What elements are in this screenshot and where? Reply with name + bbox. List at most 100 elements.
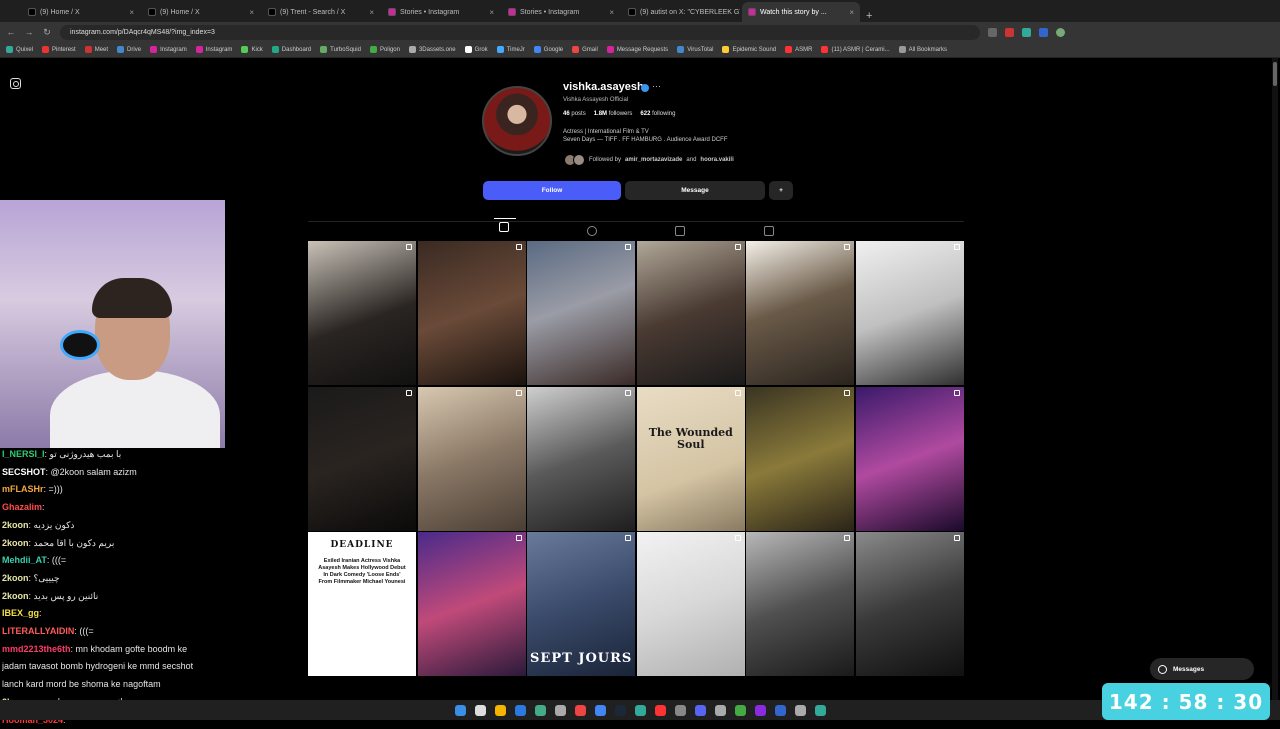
profile-avatar[interactable] <box>482 86 552 156</box>
followed-by-user[interactable]: amir_mortazavizade <box>625 157 682 163</box>
taskbar-app-icon[interactable] <box>794 704 806 716</box>
post-thumbnail[interactable] <box>746 532 855 677</box>
bookmark-item[interactable]: Quixel <box>6 46 33 53</box>
bookmark-item[interactable]: ASMR <box>785 46 812 53</box>
followers-count[interactable]: 1.8M followers <box>594 111 633 117</box>
post-thumbnail[interactable] <box>746 386 855 531</box>
browser-tab[interactable]: Stories • Instagram × <box>502 2 620 22</box>
bookmark-item[interactable]: TurboSquid <box>320 46 361 53</box>
reels-tab-icon[interactable] <box>587 226 597 236</box>
instagram-logo-icon[interactable] <box>10 78 21 89</box>
back-icon[interactable]: ← <box>6 27 16 37</box>
browser-tab[interactable]: (9) autist on X: "CYBERLEEK GT...× <box>622 2 740 22</box>
taskbar-app-icon[interactable] <box>654 704 666 716</box>
taskbar-app-icon[interactable] <box>514 704 526 716</box>
browser-tab[interactable]: (9) Trent - Search / X × <box>262 2 380 22</box>
post-thumbnail[interactable] <box>308 241 416 385</box>
taskbar-app-icon[interactable] <box>494 704 506 716</box>
taskbar-app-icon[interactable] <box>554 704 566 716</box>
reload-icon[interactable]: ↻ <box>42 27 52 38</box>
bookmark-item[interactable]: Drive <box>117 46 141 53</box>
grid-tab-icon[interactable] <box>494 218 516 232</box>
add-user-button[interactable]: + <box>769 181 793 200</box>
close-tab-icon[interactable]: × <box>369 8 374 17</box>
post-thumbnail[interactable] <box>417 532 526 677</box>
taskbar-app-icon[interactable] <box>694 704 706 716</box>
bookmark-item[interactable]: Grok <box>464 46 488 53</box>
post-thumbnail[interactable] <box>636 532 745 677</box>
bookmark-item[interactable]: Google <box>533 46 563 53</box>
taskbar-app-icon[interactable] <box>474 704 486 716</box>
close-tab-icon[interactable]: × <box>849 8 854 17</box>
bookmark-item[interactable]: VirusTotal <box>677 46 713 53</box>
taskbar-app-icon[interactable] <box>534 704 546 716</box>
following-count[interactable]: 622 following <box>640 111 675 117</box>
bookmark-item[interactable]: Instagram <box>195 46 232 53</box>
post-thumbnail[interactable] <box>527 386 636 531</box>
bookmark-item[interactable]: Kick <box>241 46 263 53</box>
taskbar-app-icon[interactable] <box>594 704 606 716</box>
post-thumbnail[interactable] <box>746 241 855 385</box>
bookmark-item[interactable]: Pinterest <box>42 46 76 53</box>
bookmark-item[interactable]: All Bookmarks <box>898 46 947 53</box>
browser-tab[interactable]: (9) Home / X × <box>142 2 260 22</box>
post-thumbnail[interactable] <box>527 241 636 385</box>
scrollbar[interactable] <box>1272 58 1278 700</box>
bookmark-item[interactable]: Meet <box>84 46 108 53</box>
tagged-tab-icon[interactable] <box>764 226 774 236</box>
post-thumbnail[interactable] <box>417 386 526 531</box>
browser-tab[interactable]: Watch this story by ... × <box>742 2 860 22</box>
taskbar-app-icon[interactable] <box>754 704 766 716</box>
bookmark-item[interactable]: TimeJr <box>496 46 525 53</box>
taskbar-app-icon[interactable] <box>634 704 646 716</box>
followed-by-user[interactable]: hoora.vakili <box>700 157 733 163</box>
more-options-icon[interactable]: ··· <box>652 81 661 91</box>
taskbar-app-icon[interactable] <box>574 704 586 716</box>
bookmark-item[interactable]: (11) ASMR | Cerami... <box>821 46 890 53</box>
bookmark-item[interactable]: Dashboard <box>271 46 312 53</box>
post-thumbnail[interactable] <box>855 386 964 531</box>
extension-icon[interactable] <box>1005 27 1014 37</box>
taskbar-app-icon[interactable] <box>454 704 466 716</box>
taskbar-app-icon[interactable] <box>734 704 746 716</box>
forward-icon[interactable]: → <box>24 27 34 37</box>
extension-icon[interactable] <box>1039 27 1048 37</box>
follow-button[interactable]: Follow <box>483 181 621 200</box>
close-tab-icon[interactable]: × <box>249 8 254 17</box>
taskbar-app-icon[interactable] <box>774 704 786 716</box>
bookmark-item[interactable]: 3Dassets.one <box>408 46 456 53</box>
post-thumbnail[interactable] <box>308 386 416 531</box>
browser-tab[interactable]: (9) Home / X × <box>22 2 140 22</box>
followed-by[interactable]: Followed by amir_mortazavizade and hoora… <box>564 154 734 166</box>
bookmark-label: Dashboard <box>281 46 312 53</box>
bookmark-item[interactable]: Message Requests <box>606 46 668 53</box>
post-thumbnail[interactable] <box>417 241 526 385</box>
taskbar-app-icon[interactable] <box>614 704 626 716</box>
message-button[interactable]: Message <box>625 181 765 200</box>
url-field[interactable]: instagram.com/p/DAqcr4qMS48/?img_index=3 <box>60 24 980 40</box>
post-thumbnail[interactable] <box>855 532 964 677</box>
bookmark-item[interactable]: Epidemic Sound <box>722 46 776 53</box>
taskbar-app-icon[interactable] <box>674 704 686 716</box>
extension-icon[interactable] <box>1022 27 1031 37</box>
scroll-thumb[interactable] <box>1273 62 1277 86</box>
new-tab-icon[interactable]: + <box>866 10 872 22</box>
extension-icon[interactable] <box>988 27 997 37</box>
bookmark-item[interactable]: Instagram <box>150 46 187 53</box>
post-thumbnail[interactable] <box>855 241 964 385</box>
close-tab-icon[interactable]: × <box>609 8 614 17</box>
close-tab-icon[interactable]: × <box>489 8 494 17</box>
post-thumbnail[interactable]: SEPT JOURS <box>527 532 636 677</box>
messages-button[interactable]: Messages <box>1150 658 1254 680</box>
close-tab-icon[interactable]: × <box>129 8 134 17</box>
post-thumbnail[interactable] <box>636 241 745 385</box>
post-thumbnail[interactable]: DEADLINE Exiled Iranian Actress Vishka As… <box>308 532 416 677</box>
taskbar-app-icon[interactable] <box>714 704 726 716</box>
profile-icon[interactable] <box>1056 27 1065 37</box>
bookmark-item[interactable]: Gmail <box>572 46 598 53</box>
browser-tab[interactable]: Stories • Instagram × <box>382 2 500 22</box>
taskbar-app-icon[interactable] <box>814 704 826 716</box>
post-thumbnail[interactable]: The Wounded Soul <box>636 386 745 531</box>
reposts-tab-icon[interactable] <box>675 226 685 236</box>
bookmark-item[interactable]: Poligon <box>369 46 400 53</box>
